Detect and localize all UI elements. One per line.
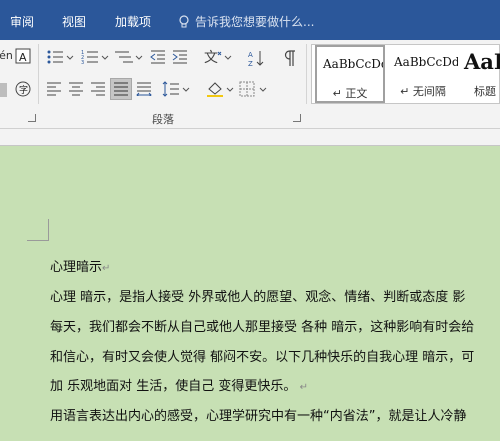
numbering-button[interactable]: 1 2 3 [80, 48, 110, 66]
align-right-icon [91, 82, 105, 96]
style-no-spacing[interactable]: AaBbCcDd ↵ 无间隔 [388, 45, 458, 103]
svg-text:Z: Z [248, 60, 253, 67]
distributed-align-icon [136, 82, 152, 96]
sort-button[interactable]: A Z [247, 48, 267, 68]
character-border-icon: A [15, 48, 31, 64]
chinese-layout-icon: 文 [204, 50, 232, 65]
paragraph-group-label: 段落 [152, 113, 174, 126]
align-left-button[interactable] [45, 80, 63, 98]
line-spacing-icon [162, 81, 190, 97]
paint-bucket-icon [207, 82, 234, 97]
character-shading-icon [0, 83, 7, 97]
svg-text:3: 3 [81, 60, 84, 65]
decrease-indent-button[interactable] [149, 48, 167, 66]
style-name: ↵ 无间隔 [400, 85, 446, 98]
distributed-align-button[interactable] [135, 80, 153, 98]
document-title[interactable]: 心理暗示↵ [50, 256, 110, 275]
increase-indent-button[interactable] [171, 48, 189, 66]
margin-corner-mark [27, 219, 49, 241]
show-formatting-marks-button[interactable] [279, 48, 299, 68]
character-border-button[interactable]: A [14, 47, 32, 65]
align-left-icon [47, 82, 61, 96]
borders-button[interactable] [238, 80, 268, 98]
increase-indent-icon [172, 50, 187, 64]
document-line[interactable]: 用语言表达出内心的感受，心理学研究中有一种“内省法”，就是让人冷静 [50, 405, 466, 424]
line-spacing-button[interactable] [161, 80, 191, 98]
bullets-button[interactable] [45, 48, 75, 66]
style-sample: AaBbCcDd [323, 57, 383, 71]
document-line[interactable]: 每天，我们都会不断从自己或他人那里接受 各种 暗示，这种影响有时会给 [50, 316, 474, 335]
paragraph-dialog-launcher[interactable] [293, 114, 301, 122]
style-sample: AaI [464, 49, 500, 74]
multilevel-list-icon [115, 51, 143, 63]
shading-button[interactable] [0, 81, 8, 99]
paragraph-shading-button[interactable] [205, 80, 235, 98]
style-normal[interactable]: AaBbCcDd ↵ 正文 [315, 45, 385, 103]
svg-text:A: A [248, 51, 253, 59]
ribbon-separator [38, 44, 39, 104]
font-size-shrink-label[interactable]: én [0, 47, 13, 63]
tab-addins[interactable]: 加载项 [115, 13, 151, 30]
bullet-list-icon [47, 50, 74, 64]
justify-button[interactable] [110, 78, 132, 100]
ribbon-separator [306, 44, 307, 104]
document-line[interactable]: 加 乐观地面对 生活，使自己 变得更快乐。 ↵ [50, 375, 308, 394]
enclose-character-button[interactable]: 字 [14, 80, 32, 98]
style-name: ↵ 正文 [332, 87, 368, 100]
numbered-list-icon: 1 2 3 [81, 50, 109, 65]
tell-me-placeholder: 告诉我您想要做什么... [195, 15, 315, 29]
borders-icon [239, 81, 267, 97]
align-right-button[interactable] [89, 80, 107, 98]
justify-icon [114, 82, 128, 96]
style-heading[interactable]: AaI 标题 [462, 45, 500, 103]
style-name: 标题 [474, 85, 496, 98]
chinese-layout-button[interactable]: 文 [203, 48, 233, 66]
svg-text:文: 文 [204, 50, 218, 65]
svg-text:字: 字 [19, 84, 28, 96]
pilcrow-icon [284, 50, 295, 66]
lightbulb-icon [179, 14, 189, 27]
decrease-indent-icon [150, 50, 165, 64]
ribbon-tab-bar: 审阅 视图 加载项 告诉我您想要做什么... [0, 0, 500, 40]
document-line[interactable]: 心理 暗示，是指人接受 外界或他人的愿望、观念、情绪、判断或态度 影 [50, 286, 465, 305]
styles-gallery: AaBbCcDd ↵ 正文 AaBbCcDd ↵ 无间隔 AaI 标题 [311, 44, 500, 104]
tab-view[interactable]: 视图 [62, 13, 86, 30]
align-center-button[interactable] [67, 80, 85, 98]
multilevel-list-button[interactable] [114, 48, 144, 66]
tell-me-box[interactable]: 告诉我您想要做什么... [178, 13, 314, 30]
tab-review[interactable]: 审阅 [10, 13, 34, 30]
document-line[interactable]: 和信心，有时又会使人觉得 郁闷不安。以下几种快乐的自我心理 暗示，可 [50, 346, 474, 365]
enclose-character-icon: 字 [15, 81, 31, 97]
font-dialog-launcher[interactable] [28, 114, 36, 122]
ribbon-group-labels [0, 129, 500, 146]
align-center-icon [69, 82, 83, 96]
svg-text:A: A [19, 51, 27, 64]
sort-icon: A Z [248, 51, 264, 67]
style-sample: AaBbCcDd [394, 55, 458, 69]
